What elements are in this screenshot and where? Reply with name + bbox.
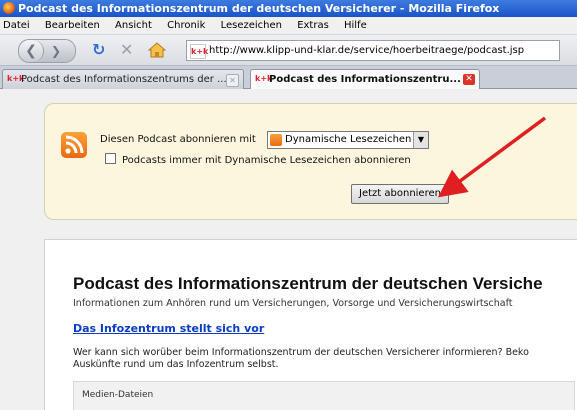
tab-favicon-icon: k+k — [7, 74, 25, 83]
page-subtitle: Informationen zum Anhören rund um Versic… — [73, 298, 513, 309]
navigation-toolbar: ❮ ❯ ↻ ✕ k+k http://www.klipp-und-klar.de… — [0, 35, 577, 66]
menu-hilfe[interactable]: Hilfe — [344, 17, 367, 34]
subscribe-now-button[interactable]: Jetzt abonnieren — [351, 184, 449, 204]
menu-bearbeiten[interactable]: Bearbeiten — [45, 17, 100, 34]
menu-ansicht[interactable]: Ansicht — [115, 17, 152, 34]
menu-bar: Datei Bearbeiten Ansicht Chronik Lesezei… — [0, 17, 577, 35]
reader-select-value: Dynamische Lesezeichen — [285, 134, 412, 145]
home-icon — [147, 42, 167, 58]
subscribe-panel: Diesen Podcast abonnieren mit Dynamische… — [44, 103, 577, 220]
media-files-label: Medien-Dateien — [82, 390, 154, 400]
tab-favicon-icon: k+k — [255, 74, 273, 83]
intro-paragraph: Wer kann sich worüber beim Informationsz… — [73, 347, 529, 370]
site-favicon-icon: k+k — [190, 44, 208, 59]
menu-extras[interactable]: Extras — [297, 17, 329, 34]
dynamic-bookmarks-icon — [270, 134, 282, 146]
media-files-box: Medien-Dateien — [73, 381, 575, 410]
forward-button[interactable]: ❯ — [47, 40, 65, 62]
tab-podcast-active[interactable]: k+k Podcast des Informationszentru... ✕ — [250, 69, 480, 89]
page-title: Podcast des Informationszentrum der deut… — [73, 274, 543, 293]
menu-lesezeichen[interactable]: Lesezeichen — [221, 17, 282, 34]
home-button[interactable] — [147, 42, 167, 58]
tab-close-icon[interactable]: ✕ — [463, 74, 475, 85]
tab-podcast-1[interactable]: k+k Podcast des Informationszentrums der… — [2, 69, 244, 89]
title-bar: Podcast des Informationszentrum der deut… — [0, 0, 577, 17]
back-button[interactable]: ❮ — [19, 40, 44, 62]
chevron-down-icon[interactable]: ▼ — [413, 132, 428, 148]
url-text: http://www.klipp-und-klar.de/service/hoe… — [209, 45, 525, 56]
stop-button[interactable]: ✕ — [120, 41, 133, 59]
menu-chronik[interactable]: Chronik — [167, 17, 205, 34]
reload-button[interactable]: ↻ — [92, 41, 105, 59]
always-subscribe-row: Podcasts immer mit Dynamische Lesezeiche… — [105, 153, 411, 166]
menu-datei[interactable]: Datei — [3, 17, 30, 34]
tab-bar: k+k Podcast des Informationszentrums der… — [0, 66, 577, 89]
reader-select[interactable]: Dynamische Lesezeichen ▼ — [267, 131, 429, 149]
browser-window: Podcast des Informationszentrum der deut… — [0, 0, 577, 410]
firefox-logo-icon — [3, 2, 15, 14]
subscribe-label: Diesen Podcast abonnieren mit — [100, 134, 256, 145]
always-subscribe-label: Podcasts immer mit Dynamische Lesezeiche… — [122, 155, 411, 166]
rss-feed-icon — [61, 132, 87, 158]
web-page: Podcast des Informationszentrum der deut… — [44, 239, 577, 410]
page-content: Diesen Podcast abonnieren mit Dynamische… — [0, 89, 577, 410]
address-bar[interactable]: k+k http://www.klipp-und-klar.de/service… — [186, 40, 560, 61]
back-forward-group: ❮ ❯ — [18, 39, 76, 63]
tab-label: Podcast des Informationszentru... — [269, 74, 461, 85]
window-title: Podcast des Informationszentrum der deut… — [18, 2, 500, 15]
tab-label: Podcast des Informationszentrums der ... — [21, 74, 227, 85]
always-subscribe-checkbox[interactable] — [105, 153, 116, 164]
tab-close-icon[interactable]: ✕ — [226, 74, 239, 87]
infozentrum-link[interactable]: Das Infozentrum stellt sich vor — [73, 322, 264, 335]
